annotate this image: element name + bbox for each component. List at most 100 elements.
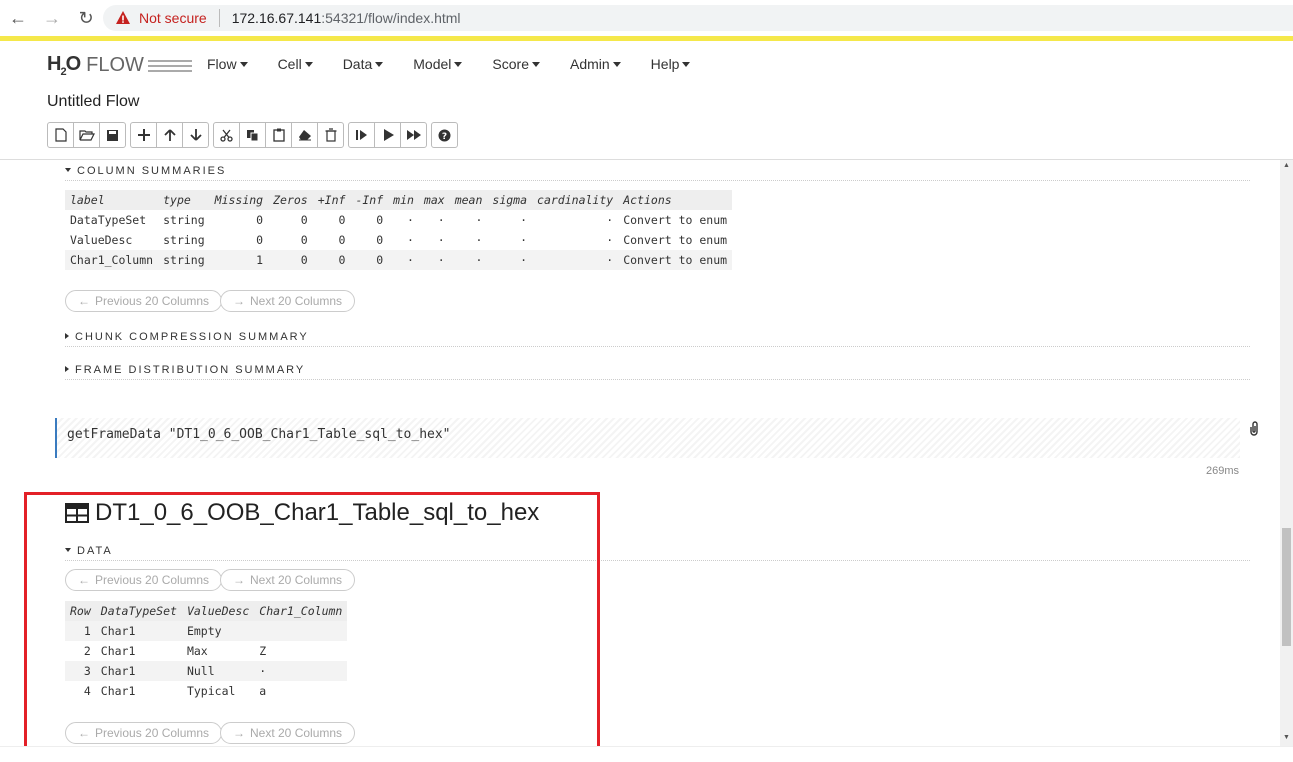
run-icon[interactable] [374,122,401,148]
table-cell: 0 [350,250,389,270]
run-all-icon[interactable] [400,122,427,148]
menu-score[interactable]: Score [492,56,540,72]
menu-data[interactable]: Data [343,56,384,72]
paperclip-icon[interactable] [1248,420,1260,439]
address-bar[interactable]: Not secure 172.16.67.141:54321/flow/inde… [103,5,1293,31]
menu-admin[interactable]: Admin [570,56,621,72]
move-down-icon[interactable] [182,122,209,148]
trash-icon[interactable] [317,122,344,148]
table-cell: 0 [300,213,308,227]
table-cell: · [437,213,445,227]
url-separator [218,9,220,27]
table-cell: · [475,233,483,247]
menu-model[interactable]: Model [413,56,462,72]
open-folder-icon[interactable] [73,122,100,148]
column-summaries-table: label type Missing Zeros +Inf -Inf min m… [65,190,733,270]
paste-icon[interactable] [265,122,292,148]
cut-icon[interactable] [213,122,240,148]
table-cell: · [520,233,528,247]
h2o-flow-logo[interactable]: H2O FLOW [47,53,192,78]
table-cell: · [606,233,614,247]
arrow-left-icon: ← [78,294,90,308]
table-cell: · [406,233,414,247]
next-columns-button[interactable]: → Next 20 Columns [220,290,356,312]
flow-title[interactable]: Untitled Flow [47,93,139,111]
warning-icon [116,11,130,24]
menu-flow[interactable]: Flow [207,56,248,72]
table-cell: · [475,213,483,227]
col-header: min [388,190,419,210]
col-header: Missing [209,190,269,210]
column-summaries-header[interactable]: COLUMN SUMMARIES [65,165,1250,181]
col-header: cardinality [532,190,619,210]
table-cell: 0 [256,213,264,227]
previous-columns-label: Previous 20 Columns [95,294,210,308]
col-header: type [158,190,210,210]
reload-icon[interactable]: ↻ [76,8,96,28]
code-cell-editor[interactable]: getFrameData "DT1_0_6_OOB_Char1_Table_sq… [55,418,1240,458]
new-file-icon[interactable] [47,122,74,148]
table-cell: 0 [376,213,384,227]
column-label-link[interactable]: ValueDesc [65,230,158,250]
convert-to-enum-link[interactable]: Convert to enum [618,210,732,230]
vertical-scrollbar[interactable]: ▲ ▼ [1280,160,1293,746]
menu-cell[interactable]: Cell [278,56,313,72]
back-arrow-icon[interactable]: ← [8,8,28,28]
top-stripe [0,36,1293,41]
table-cell: string [158,250,210,270]
status-bar [0,746,1293,762]
previous-columns-button[interactable]: ← Previous 20 Columns [65,290,223,312]
table-cell: · [437,233,445,247]
menu-help[interactable]: Help [651,56,691,72]
eraser-icon[interactable] [291,122,318,148]
col-header: label [65,190,159,210]
browser-toolbar: ← → ↻ Not secure 172.16.67.141:54321/flo… [0,0,1293,36]
flow-toolbar: ? [47,122,462,148]
copy-icon[interactable] [239,122,266,148]
table-cell: 0 [338,233,346,247]
table-cell: 1 [209,250,269,270]
add-cell-icon[interactable] [130,122,157,148]
table-cell: · [606,213,614,227]
table-cell: 0 [256,233,264,247]
table-cell: · [532,250,619,270]
table-cell: 0 [312,250,351,270]
column-label-link[interactable]: DataTypeSet [65,210,158,230]
column-label-link[interactable]: Char1_Column [65,250,159,270]
not-secure-label[interactable]: Not secure [139,10,207,26]
col-header: Zeros [268,190,313,210]
col-header: sigma [487,190,533,210]
scroll-up-icon[interactable]: ▲ [1283,162,1290,169]
cell-timing: 269ms [1206,465,1240,477]
table-row: Char1_Column string 1 0 0 0 · · · · · Co… [65,250,733,270]
table-cell: 0 [338,213,346,227]
scroll-down-icon[interactable]: ▼ [1283,734,1290,741]
table-row: ValueDesc string 0 0 0 0 · · · · · Conve… [65,230,732,250]
convert-to-enum-link[interactable]: Convert to enum [618,230,732,250]
table-cell: 0 [376,233,384,247]
highlight-annotation-box [24,492,600,754]
svg-text:?: ? [442,132,447,142]
step-run-icon[interactable] [348,122,375,148]
help-icon[interactable]: ? [431,122,458,148]
table-cell: · [520,213,528,227]
col-header: mean [449,190,488,210]
url-host: 172.16.67.141 [231,10,322,26]
col-header: Actions [618,190,733,210]
next-columns-label: Next 20 Columns [250,294,343,308]
main-menu: Flow Cell Data Model Score Admin Help [207,56,720,72]
save-icon[interactable] [99,122,126,148]
table-cell: string [163,233,205,247]
table-cell: · [487,250,533,270]
convert-to-enum-link[interactable]: Convert to enum [618,250,733,270]
table-cell: · [449,250,488,270]
frame-distribution-header[interactable]: FRAME DISTRIBUTION SUMMARY [65,364,1250,380]
move-up-icon[interactable] [156,122,183,148]
url-path: :54321/flow/index.html [321,10,461,26]
table-cell: · [388,250,419,270]
col-header: max [418,190,450,210]
arrow-right-icon: → [233,294,245,308]
scrollbar-thumb[interactable] [1282,528,1291,646]
forward-arrow-icon[interactable]: → [42,8,62,28]
chunk-compression-header[interactable]: CHUNK COMPRESSION SUMMARY [65,331,1250,347]
